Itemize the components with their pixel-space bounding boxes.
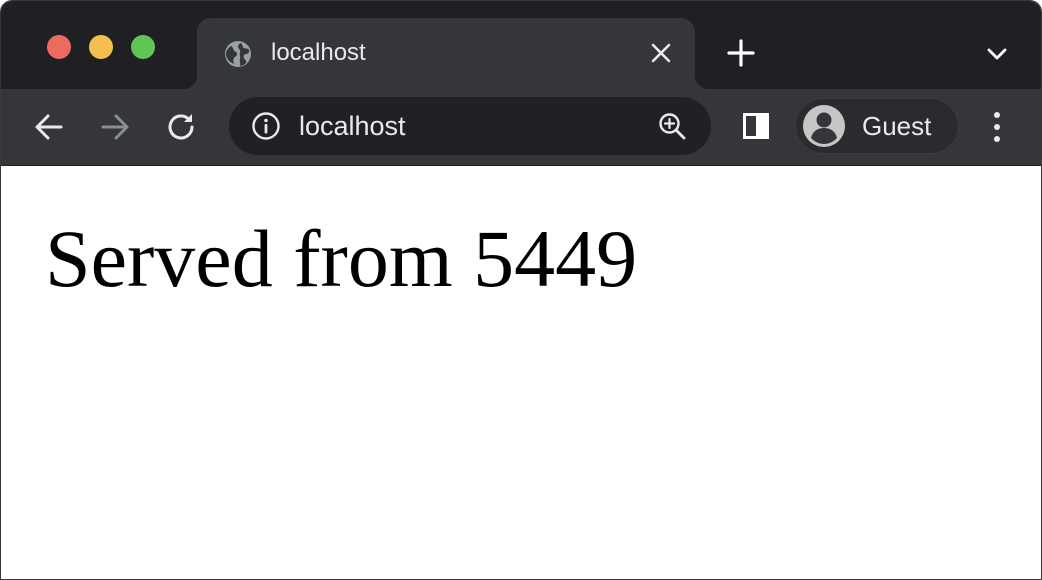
- tab-strip: localhost: [1, 1, 1041, 89]
- side-panel-icon[interactable]: [741, 111, 771, 141]
- globe-icon: [223, 39, 253, 69]
- avatar: [802, 104, 846, 148]
- more-vertical-icon[interactable]: [983, 109, 1011, 145]
- window-maximize-button[interactable]: [131, 35, 155, 59]
- arrow-right-icon[interactable]: [97, 109, 133, 145]
- profile-button[interactable]: Guest: [795, 98, 959, 154]
- zoom-in-icon[interactable]: [657, 111, 687, 141]
- url-text[interactable]: localhost: [299, 110, 406, 142]
- tab-title: localhost: [271, 39, 366, 66]
- page-content: Served from 5449: [1, 166, 1041, 579]
- window-close-button[interactable]: [47, 35, 71, 59]
- new-tab-plus-icon[interactable]: [727, 39, 755, 67]
- profile-label: Guest: [862, 111, 932, 141]
- arrow-left-icon[interactable]: [31, 109, 67, 145]
- close-tab-icon[interactable]: [649, 41, 673, 65]
- page-heading: Served from 5449: [45, 213, 638, 304]
- address-bar[interactable]: localhost: [229, 97, 711, 155]
- browser-window: localhost localhost Guest Served from 54…: [0, 0, 1042, 580]
- chevron-down-icon[interactable]: [985, 42, 1009, 66]
- window-minimize-button[interactable]: [89, 35, 113, 59]
- toolbar: localhost Guest: [1, 89, 1041, 166]
- info-icon[interactable]: [251, 111, 281, 141]
- reload-icon[interactable]: [163, 109, 199, 145]
- tab-localhost[interactable]: localhost: [183, 18, 709, 89]
